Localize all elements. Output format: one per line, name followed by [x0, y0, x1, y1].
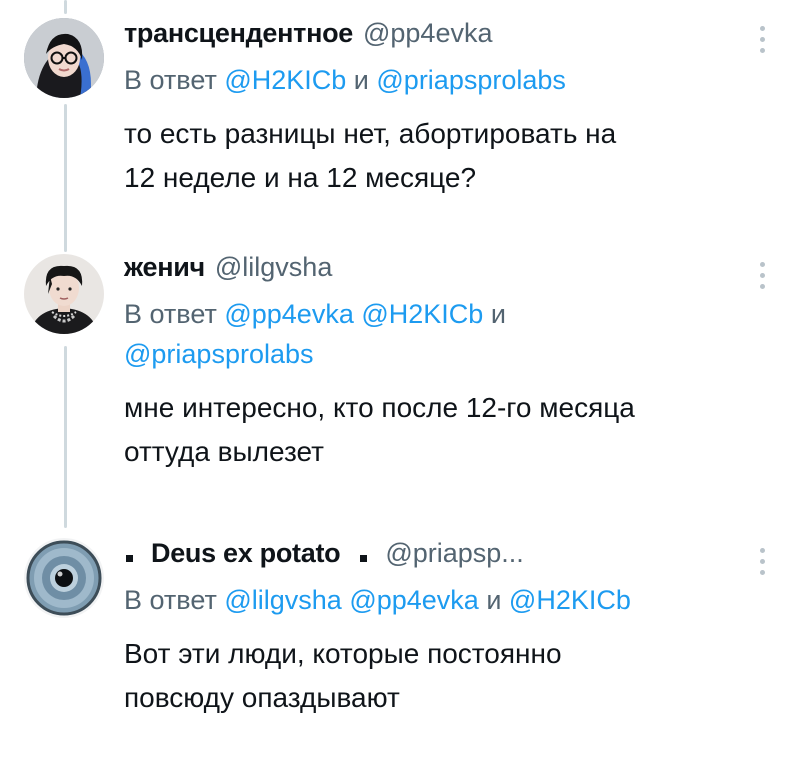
tweet-text: мне интересно, кто после 12-го месяца от… [124, 386, 760, 474]
tweet-text: Вот эти люди, которые постоянно повсюду … [124, 632, 760, 720]
reply-separator: и [478, 585, 509, 615]
reply-context: В ответ @H2KICb и @priapsprolabs [124, 60, 760, 100]
mention-link[interactable]: @pp4evka [224, 299, 354, 329]
avatar[interactable] [24, 18, 104, 98]
more-vertical-icon[interactable] [760, 262, 766, 289]
reply-prefix: В ответ [124, 585, 217, 615]
tweet-text-line: то есть разницы нет, абортировать на [124, 118, 617, 149]
tweet-1[interactable]: трансцендентное @pp4evka В ответ @H2KICb… [0, 0, 800, 220]
name-decoration-square-icon [126, 555, 133, 562]
author-handle[interactable]: @pp4evka [363, 18, 493, 49]
mention-link[interactable]: @pp4evka [349, 585, 479, 615]
tweet-text-line: Вот эти люди, которые постоянно [124, 638, 562, 669]
tweet-text-line: повсюду опаздывают [124, 682, 400, 713]
author-name[interactable]: Deus ex potato [151, 538, 341, 569]
mention-link[interactable]: @H2KICb [361, 299, 483, 329]
reply-context: В ответ @pp4evka @H2KICb и @priapsprolab… [124, 294, 760, 374]
mention-link[interactable]: @lilgvsha [224, 585, 341, 615]
reply-separator: и [483, 299, 506, 329]
reply-prefix: В ответ [124, 65, 217, 95]
tweet-text-line: мне интересно, кто после 12-го месяца [124, 392, 635, 423]
tweet-text: то есть разницы нет, абортировать на 12 … [124, 112, 760, 200]
avatar[interactable] [24, 538, 104, 618]
user-avatar-girl-glasses-icon [24, 18, 104, 98]
more-vertical-icon[interactable] [760, 548, 766, 575]
author-name[interactable]: женич [124, 252, 205, 283]
mention-link[interactable]: @priapsprolabs [376, 65, 566, 95]
mention-link[interactable]: @H2KICb [224, 65, 346, 95]
tweet-2[interactable]: женич @lilgvsha В ответ @pp4evka @H2KICb… [0, 240, 800, 520]
mention-link[interactable]: @priapsprolabs [124, 339, 314, 369]
user-avatar-eye-icon [24, 538, 104, 618]
author-handle[interactable]: @priapsp... [385, 538, 523, 569]
tweet-text-line: оттуда вылезет [124, 436, 324, 467]
avatar[interactable] [24, 254, 104, 334]
name-decoration-square-icon [360, 555, 368, 562]
author-name[interactable]: трансцендентное [124, 18, 353, 49]
tweet-3[interactable]: Deus ex potato @priapsp... В ответ @lilg… [0, 528, 800, 758]
reply-prefix: В ответ [124, 299, 217, 329]
tweet-text-line: 12 неделе и на 12 месяце? [124, 162, 477, 193]
author-handle[interactable]: @lilgvsha [215, 252, 332, 283]
reply-separator: и [346, 65, 377, 95]
mention-link[interactable]: @H2KICb [509, 585, 631, 615]
user-avatar-boy-chain-icon [24, 254, 104, 334]
reply-context: В ответ @lilgvsha @pp4evka и @H2KICb [124, 580, 760, 620]
more-vertical-icon[interactable] [760, 26, 766, 53]
